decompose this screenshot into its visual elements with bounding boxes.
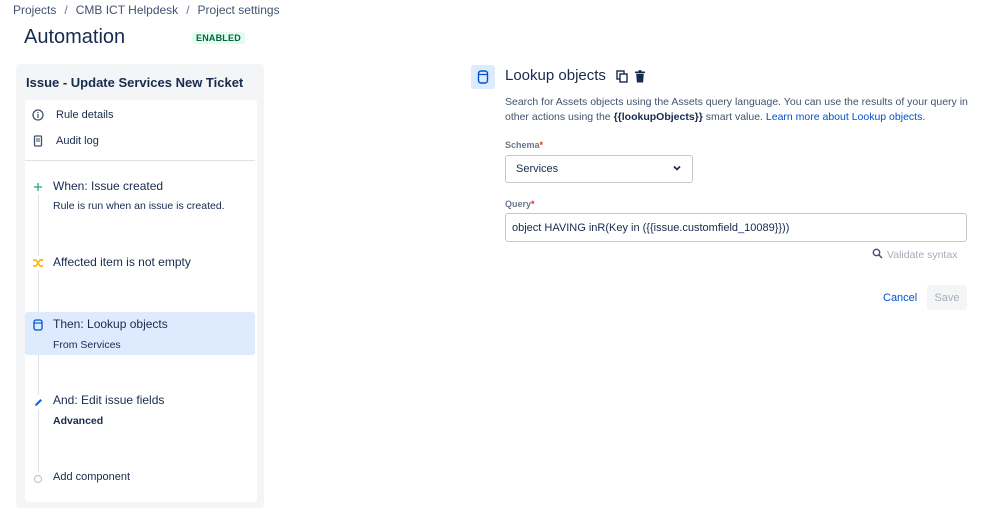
add-component-button[interactable]: Add component bbox=[25, 470, 255, 488]
pencil-icon bbox=[31, 395, 45, 409]
search-icon bbox=[872, 248, 883, 262]
rule-details-label: Rule details bbox=[56, 109, 114, 121]
breadcrumb-project-settings[interactable]: Project settings bbox=[198, 3, 280, 17]
trigger-step[interactable]: When: Issue created Rule is run when an … bbox=[25, 176, 255, 220]
validate-syntax-label: Validate syntax bbox=[887, 249, 958, 261]
lookup-objects-step[interactable]: Then: Lookup objects From Services bbox=[25, 312, 255, 355]
query-input[interactable]: object HAVING inR(Key in ({{issue.custom… bbox=[505, 213, 967, 242]
status-badge: ENABLED bbox=[192, 32, 245, 44]
breadcrumb-separator: / bbox=[186, 3, 190, 17]
circle-icon bbox=[31, 472, 45, 486]
plus-icon bbox=[31, 180, 45, 194]
step-title: And: Edit issue fields bbox=[53, 393, 165, 407]
page-title: Automation bbox=[24, 26, 126, 48]
delete-icon[interactable] bbox=[633, 69, 647, 83]
breadcrumb-projects[interactable]: Projects bbox=[13, 3, 56, 17]
audit-log-label: Audit log bbox=[56, 135, 99, 147]
breadcrumb-project[interactable]: CMB ICT Helpdesk bbox=[76, 3, 178, 17]
shuffle-icon bbox=[31, 256, 45, 270]
query-value: object HAVING inR(Key in ({{issue.custom… bbox=[512, 221, 790, 234]
schema-select[interactable]: Services bbox=[505, 155, 693, 183]
chevron-down-icon bbox=[672, 163, 682, 176]
step-subtitle: From Services bbox=[53, 339, 121, 351]
save-button[interactable]: Save bbox=[927, 285, 967, 310]
smart-value: {{lookupObjects}} bbox=[613, 111, 703, 123]
learn-more-link[interactable]: Learn more about Lookup objects. bbox=[766, 111, 925, 123]
rule-panel: Issue - Update Services New Ticket Rule … bbox=[16, 64, 264, 508]
add-component-label: Add component bbox=[53, 471, 131, 483]
rule-component-list: Rule details Audit log When: Issue creat… bbox=[25, 100, 257, 502]
rule-title: Issue - Update Services New Ticket bbox=[26, 75, 244, 90]
edit-fields-step[interactable]: And: Edit issue fields Advanced bbox=[25, 390, 255, 430]
audit-log-icon bbox=[32, 135, 44, 147]
step-title: When: Issue created bbox=[53, 179, 164, 193]
breadcrumb: Projects / CMB ICT Helpdesk / Project se… bbox=[13, 3, 280, 17]
step-subtitle: Rule is run when an issue is created. bbox=[53, 200, 225, 212]
database-icon bbox=[31, 318, 45, 332]
validate-syntax-button[interactable]: Validate syntax bbox=[872, 248, 957, 262]
schema-label: Schema* bbox=[505, 140, 544, 150]
step-subtitle: Advanced bbox=[53, 415, 104, 427]
action-description: Search for Assets objects using the Asse… bbox=[505, 96, 968, 123]
info-icon bbox=[32, 109, 44, 121]
step-title: Affected item is not empty bbox=[53, 255, 191, 269]
schema-value: Services bbox=[516, 163, 559, 175]
cancel-button[interactable]: Cancel bbox=[875, 286, 925, 310]
step-title: Then: Lookup objects bbox=[53, 317, 168, 331]
rule-details-link[interactable]: Rule details bbox=[32, 109, 113, 121]
copy-icon[interactable] bbox=[615, 69, 629, 83]
audit-log-link[interactable]: Audit log bbox=[32, 135, 99, 147]
condition-step[interactable]: Affected item is not empty bbox=[25, 252, 255, 276]
lookup-objects-icon bbox=[471, 65, 495, 89]
divider bbox=[25, 160, 255, 161]
action-title: Lookup objects bbox=[505, 67, 606, 84]
query-label: Query* bbox=[505, 199, 535, 209]
breadcrumb-separator: / bbox=[64, 3, 68, 17]
